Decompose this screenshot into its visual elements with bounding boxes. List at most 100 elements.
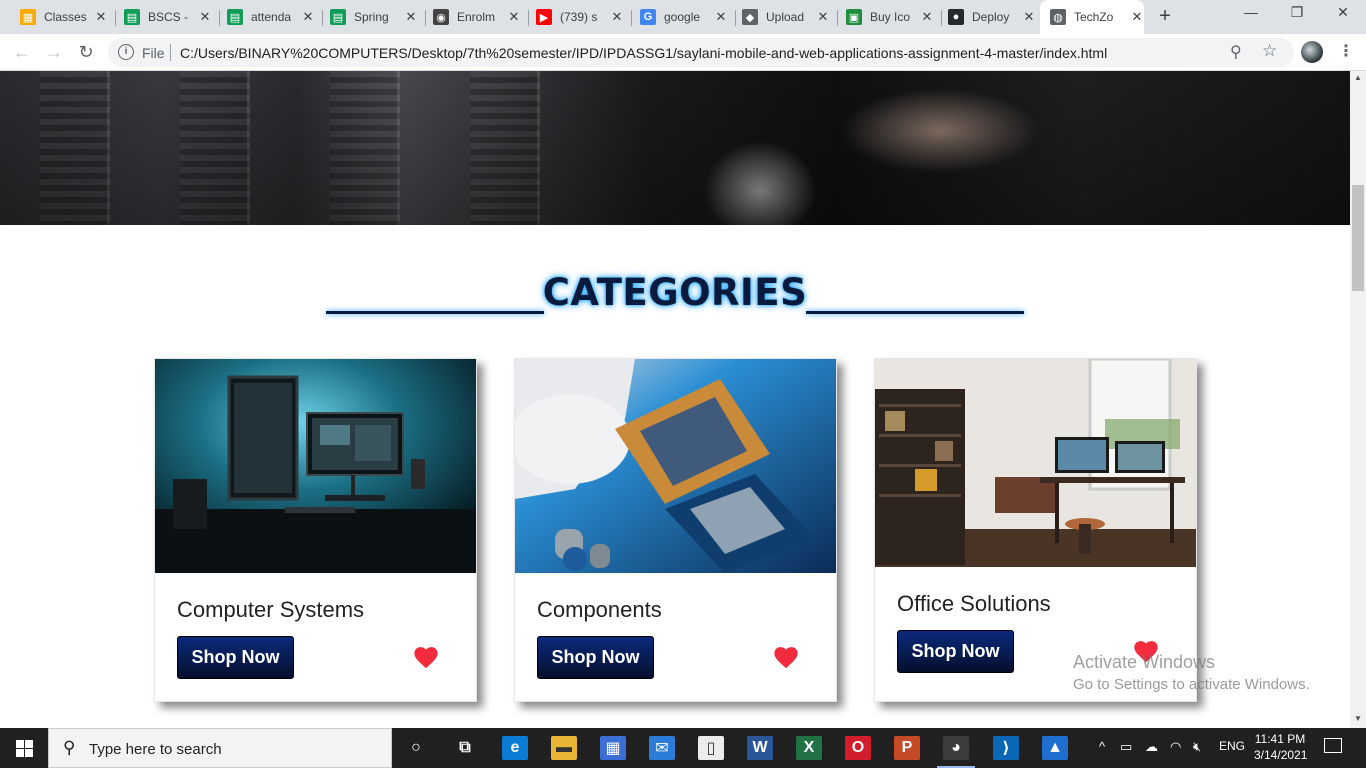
start-button[interactable] bbox=[0, 728, 48, 768]
browser-menu-icon[interactable]: ⋮ bbox=[1338, 41, 1354, 61]
back-button[interactable]: ← bbox=[10, 40, 34, 64]
close-tab-icon[interactable]: ✕ bbox=[94, 9, 108, 25]
profile-avatar[interactable] bbox=[1301, 41, 1323, 63]
battery-icon[interactable]: ▭ bbox=[1120, 739, 1132, 755]
browser-tab[interactable]: ▤ Spring ✕ bbox=[330, 6, 418, 28]
tab-title: google bbox=[664, 10, 701, 24]
close-tab-icon[interactable]: ✕ bbox=[404, 9, 418, 25]
tab-separator bbox=[219, 10, 220, 26]
close-tab-icon[interactable]: ✕ bbox=[816, 9, 830, 25]
onedrive-icon[interactable]: ☁ bbox=[1145, 739, 1158, 755]
icon-store-icon: ▣ bbox=[846, 9, 862, 25]
browser-tab[interactable]: ▣ Buy Ico ✕ bbox=[846, 6, 934, 28]
close-tab-icon[interactable]: ✕ bbox=[301, 9, 315, 25]
heart-icon[interactable] bbox=[772, 643, 800, 671]
forward-button[interactable]: → bbox=[42, 40, 66, 64]
tab-title: Spring bbox=[354, 10, 389, 24]
category-name: Computer Systems bbox=[177, 597, 365, 622]
word-icon[interactable]: W bbox=[747, 736, 773, 760]
store-icon[interactable]: ▦ bbox=[600, 736, 626, 760]
photos-icon[interactable]: ▲ bbox=[1042, 736, 1068, 760]
volume-muted-icon[interactable]: 🔇︎ bbox=[1193, 739, 1201, 755]
browser-tab[interactable]: ◍ TechZo ✕ bbox=[1040, 0, 1144, 34]
shop-now-button[interactable]: Shop Now bbox=[897, 630, 1014, 673]
powerpoint-icon[interactable]: P bbox=[894, 736, 920, 760]
bookmark-star-icon[interactable]: ☆ bbox=[1262, 41, 1277, 61]
tab-separator bbox=[528, 10, 529, 26]
google-icon: G bbox=[640, 9, 656, 25]
scrollbar-thumb[interactable] bbox=[1352, 185, 1364, 291]
close-tab-icon[interactable]: ✕ bbox=[507, 9, 521, 25]
browser-tab[interactable]: ▦ Classes ✕ bbox=[20, 6, 108, 28]
scroll-down-arrow-icon[interactable]: ▼ bbox=[1354, 714, 1362, 723]
shop-now-button[interactable]: Shop Now bbox=[537, 636, 654, 679]
google-sheets-icon: ▤ bbox=[124, 9, 140, 25]
google-sheets-icon: ▤ bbox=[227, 9, 243, 25]
activate-windows-hint: Go to Settings to activate Windows. bbox=[1073, 676, 1310, 693]
tab-separator bbox=[425, 10, 426, 26]
file-explorer-icon[interactable]: ▬ bbox=[551, 736, 577, 760]
wifi-icon[interactable]: ◠ bbox=[1170, 739, 1181, 755]
section-title: CATEGORIES bbox=[542, 271, 808, 314]
edge-icon[interactable]: e bbox=[502, 736, 528, 760]
hero-banner-image bbox=[0, 71, 1350, 225]
shop-now-button[interactable]: Shop Now bbox=[177, 636, 294, 679]
browser-tab[interactable]: ◆ Upload ✕ bbox=[742, 6, 830, 28]
close-tab-icon[interactable]: ✕ bbox=[1130, 9, 1144, 25]
browser-tab[interactable]: Ggoogle ✕ bbox=[640, 6, 728, 28]
google-classroom-icon: ▦ bbox=[20, 9, 36, 25]
category-name: Office Solutions bbox=[897, 591, 1051, 616]
close-window-button[interactable]: ✕ bbox=[1320, 4, 1366, 21]
taskbar-search-box[interactable]: ⚲ Type here to search bbox=[48, 728, 392, 768]
heart-icon[interactable] bbox=[412, 643, 440, 671]
category-name: Components bbox=[537, 597, 662, 622]
notification-center-icon[interactable] bbox=[1324, 738, 1342, 753]
tab-title: TechZo bbox=[1074, 10, 1114, 24]
excel-icon[interactable]: X bbox=[796, 736, 822, 760]
browser-tab[interactable]: ● Deploy ✕ bbox=[948, 6, 1036, 28]
browser-tab[interactable]: ▤ attenda ✕ bbox=[227, 6, 315, 28]
url-text[interactable]: C:/Users/BINARY%20COMPUTERS/Desktop/7th%… bbox=[180, 45, 1107, 61]
category-card-office-solutions: Office Solutions Shop Now bbox=[874, 358, 1197, 702]
portal-icon: ◉ bbox=[433, 9, 449, 25]
chrome-icon[interactable]: ◕ bbox=[937, 736, 975, 768]
task-view-icon[interactable]: ⧉ bbox=[452, 736, 478, 760]
reload-button[interactable]: ↻ bbox=[74, 40, 98, 64]
mail-icon[interactable]: ✉ bbox=[649, 736, 675, 760]
close-tab-icon[interactable]: ✕ bbox=[610, 9, 624, 25]
tab-title: Buy Ico bbox=[870, 10, 911, 24]
zoom-icon[interactable]: ⚲ bbox=[1230, 42, 1242, 62]
browser-tab[interactable]: ▤ BSCS - ✕ bbox=[124, 6, 212, 28]
close-tab-icon[interactable]: ✕ bbox=[198, 9, 212, 25]
page-scrollbar[interactable]: ▲ ▼ bbox=[1350, 71, 1366, 728]
system-clock[interactable]: 11:41 PM 3/14/2021 bbox=[1254, 731, 1308, 763]
new-tab-button[interactable]: + bbox=[1154, 5, 1176, 28]
opera-icon[interactable]: O bbox=[845, 736, 871, 760]
tab-separator bbox=[941, 10, 942, 26]
address-divider bbox=[170, 44, 171, 61]
vscode-icon[interactable]: ⟩ bbox=[993, 736, 1019, 760]
search-icon: ⚲ bbox=[63, 738, 76, 757]
tab-title: Deploy bbox=[972, 10, 1010, 24]
clock-time: 11:41 PM bbox=[1254, 732, 1306, 746]
maximize-button[interactable]: ❐ bbox=[1274, 4, 1320, 21]
browser-tab[interactable]: ◉ Enrolm ✕ bbox=[433, 6, 521, 28]
close-tab-icon[interactable]: ✕ bbox=[714, 9, 728, 25]
clock-date: 3/14/2021 bbox=[1254, 748, 1308, 762]
cortana-icon[interactable]: ○ bbox=[403, 736, 429, 760]
tray-chevron-icon[interactable]: ^ bbox=[1099, 739, 1105, 754]
minimize-button[interactable]: — bbox=[1228, 4, 1274, 20]
tab-title: Classes bbox=[44, 10, 87, 24]
notepad-icon[interactable]: ▯ bbox=[698, 736, 724, 760]
close-tab-icon[interactable]: ✕ bbox=[920, 9, 934, 25]
page-viewport: CATEGORIES Computer Systems Shop Now Com… bbox=[0, 71, 1350, 728]
language-indicator[interactable]: ENG bbox=[1219, 739, 1245, 753]
scroll-up-arrow-icon[interactable]: ▲ bbox=[1354, 73, 1362, 82]
site-info-icon[interactable]: i bbox=[118, 44, 134, 60]
windows-logo-icon bbox=[15, 739, 33, 757]
title-underline-right bbox=[806, 311, 1024, 314]
tab-separator bbox=[115, 10, 116, 26]
browser-tab[interactable]: ▶ (739) s ✕ bbox=[536, 6, 624, 28]
close-tab-icon[interactable]: ✕ bbox=[1022, 9, 1036, 25]
address-bar[interactable]: i File C:/Users/BINARY%20COMPUTERS/Deskt… bbox=[108, 38, 1294, 67]
